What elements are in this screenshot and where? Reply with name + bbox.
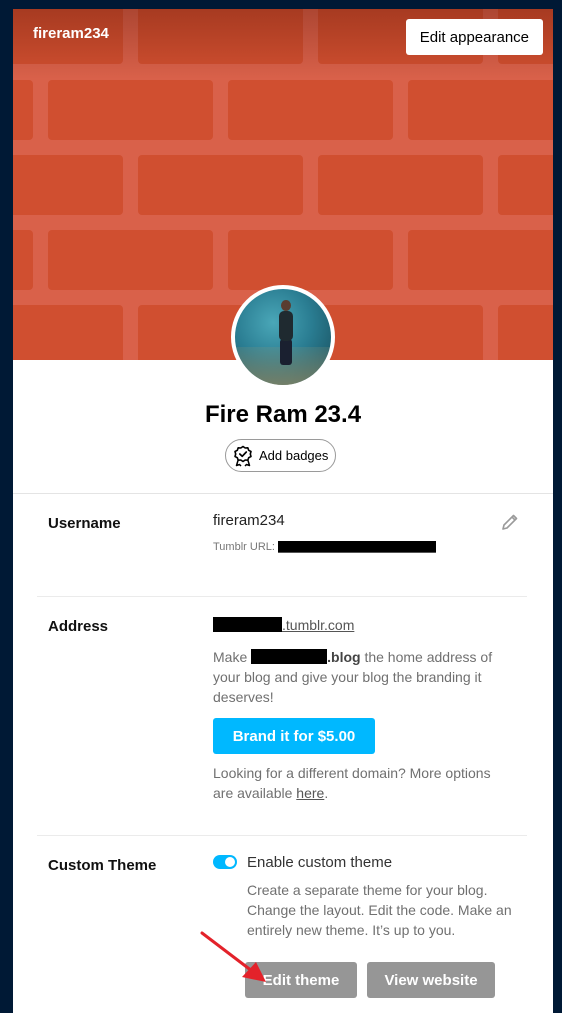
divider [37, 596, 527, 597]
address-suffix: .tumblr.com [282, 617, 355, 633]
brick [13, 305, 123, 360]
avatar-person-body [279, 311, 293, 341]
more-options-link[interactable]: here [296, 785, 324, 801]
custom-theme-toggle-label: Enable custom theme [247, 854, 393, 871]
username-label: Username [48, 515, 121, 532]
domain-note-text: Looking for a different domain? More opt… [213, 765, 491, 801]
desc-prefix: Make [213, 649, 252, 665]
tumblr-url-label: Tumblr URL: [213, 541, 275, 553]
divider [37, 835, 527, 836]
display-name: Fire Ram 23.4 [204, 401, 362, 428]
brand-it-button[interactable]: Brand it for $5.00 [213, 718, 375, 754]
tumblr-url: Tumblr URL: [213, 541, 436, 554]
brick [138, 155, 303, 215]
divider [13, 493, 553, 494]
brick [48, 80, 213, 140]
redacted-domain [251, 649, 328, 664]
view-website-button[interactable]: View website [367, 962, 495, 998]
avatar-person-head [281, 300, 291, 311]
username-value: fireram234 [213, 512, 285, 529]
domain-note-suffix: . [324, 785, 329, 801]
brick [228, 80, 393, 140]
avatar-person-legs [280, 339, 292, 365]
brick [318, 305, 483, 360]
custom-theme-toggle[interactable] [213, 855, 237, 869]
brick [138, 9, 303, 64]
blog-settings-card: fireram234 Edit appearance Fire Ram 23.4… [13, 9, 553, 1013]
brick [13, 230, 33, 290]
blog-name: fireram234 [33, 25, 109, 42]
custom-theme-label: Custom Theme [48, 857, 157, 874]
pencil-icon[interactable] [500, 512, 520, 532]
address-label: Address [48, 618, 109, 635]
brick [228, 230, 393, 290]
avatar[interactable] [231, 285, 335, 389]
add-badges-label: Add badges [259, 448, 329, 463]
brick [48, 230, 213, 290]
brick [408, 80, 553, 140]
brick [318, 155, 483, 215]
edit-appearance-button[interactable]: Edit appearance [405, 19, 543, 55]
domain-note: Looking for a different domain? More opt… [213, 763, 513, 803]
address-link[interactable]: .tumblr.com [213, 617, 354, 633]
brick [13, 155, 123, 215]
custom-theme-description: Create a separate theme for your blog. C… [247, 882, 512, 938]
brick [498, 305, 553, 360]
add-badges-button[interactable]: Add badges [225, 439, 336, 472]
desc-blog-suffix: .blog [327, 649, 361, 665]
tumblr-url-link-redacted[interactable] [278, 541, 436, 554]
brick [498, 155, 553, 215]
brick [13, 80, 33, 140]
address-description: Make .blog the home address of your blog… [213, 647, 513, 707]
edit-theme-button[interactable]: Edit theme [245, 962, 357, 998]
brick [408, 230, 553, 290]
redacted-blog-name [213, 617, 282, 632]
badge-icon [234, 445, 252, 467]
